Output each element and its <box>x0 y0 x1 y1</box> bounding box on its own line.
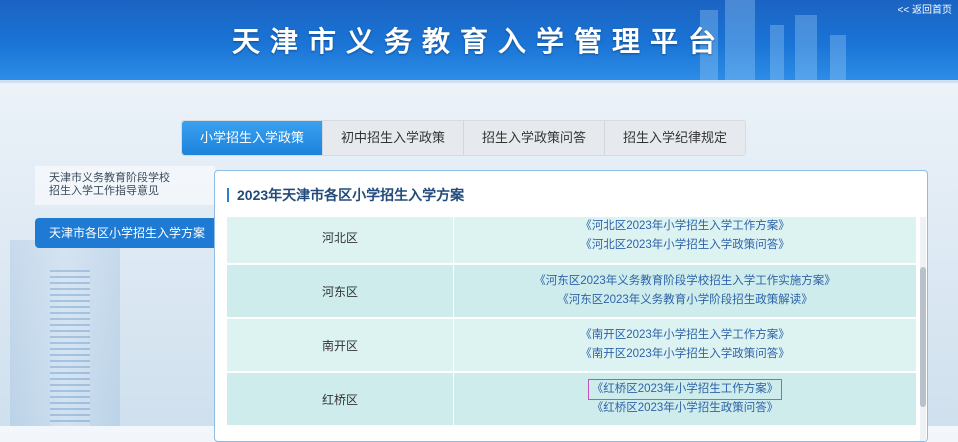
panel-title: 2023年天津市各区小学招生入学方案 <box>227 188 464 202</box>
document-link[interactable]: 《河北区2023年小学招生入学政策问答》 <box>577 236 793 255</box>
document-link-highlighted[interactable]: 《红桥区2023年小学招生工作方案》 <box>587 379 783 400</box>
site-title: 天津市义务教育入学管理平台 <box>231 25 726 58</box>
table-row: 南开区 《南开区2023年小学招生入学工作方案》 《南开区2023年小学招生入学… <box>227 318 916 373</box>
district-name: 南开区 <box>227 318 454 373</box>
sidebar-item-district-plans[interactable]: 天津市各区小学招生入学方案 <box>35 218 215 248</box>
policy-tabs: 小学招生入学政策 初中招生入学政策 招生入学政策问答 招生入学纪律规定 <box>181 120 747 156</box>
back-home-link[interactable]: << 返回首页 <box>898 1 952 16</box>
sidebar: 天津市义务教育阶段学校 招生入学工作指导意见 天津市各区小学招生入学方案 <box>35 166 215 248</box>
district-table: 河北区 《河北区2023年小学招生入学工作方案》 《河北区2023年小学招生入学… <box>227 217 916 427</box>
document-link[interactable]: 《河东区2023年义务教育小学阶段招生政策解读》 <box>554 291 816 310</box>
table-row: 河东区 《河东区2023年义务教育阶段学校招生入学工作实施方案》 《河东区202… <box>227 264 916 319</box>
sidebar-item-label: 天津市义务教育阶段学校 <box>49 172 170 184</box>
tab-policy-qa[interactable]: 招生入学政策问答 <box>464 121 606 155</box>
header-divider <box>0 80 958 83</box>
link-cell: 《河东区2023年义务教育阶段学校招生入学工作实施方案》 《河东区2023年义务… <box>453 264 916 319</box>
district-table-wrapper: 河北区 《河北区2023年小学招生入学工作方案》 《河北区2023年小学招生入学… <box>227 217 916 441</box>
tab-discipline-rules[interactable]: 招生入学纪律规定 <box>605 121 745 155</box>
document-link[interactable]: 《南开区2023年小学招生入学政策问答》 <box>577 345 793 364</box>
scrollbar-thumb[interactable] <box>920 267 926 407</box>
district-name: 红桥区 <box>227 372 454 427</box>
tab-primary-policy[interactable]: 小学招生入学政策 <box>182 121 324 155</box>
background-building <box>50 270 90 426</box>
sidebar-item-guidance[interactable]: 天津市义务教育阶段学校 招生入学工作指导意见 <box>35 166 215 205</box>
table-row: 红桥区 《红桥区2023年小学招生工作方案》 《红桥区2023年小学招生政策问答… <box>227 372 916 427</box>
document-link[interactable]: 《南开区2023年小学招生入学工作方案》 <box>577 326 793 345</box>
scrollbar[interactable] <box>920 217 926 441</box>
district-name: 河东区 <box>227 264 454 319</box>
document-link[interactable]: 《河北区2023年小学招生入学工作方案》 <box>577 217 793 236</box>
site-header: 天津市义务教育入学管理平台 << 返回首页 <box>0 0 958 80</box>
link-cell: 《南开区2023年小学招生入学工作方案》 《南开区2023年小学招生入学政策问答… <box>453 318 916 373</box>
link-cell: 《河北区2023年小学招生入学工作方案》 《河北区2023年小学招生入学政策问答… <box>453 217 916 265</box>
tab-junior-policy[interactable]: 初中招生入学政策 <box>323 121 465 155</box>
document-link[interactable]: 《河东区2023年义务教育阶段学校招生入学工作实施方案》 <box>531 272 839 291</box>
link-cell: 《红桥区2023年小学招生工作方案》 《红桥区2023年小学招生政策问答》 <box>453 372 916 427</box>
district-name: 河北区 <box>227 217 454 265</box>
table-row: 河北区 《河北区2023年小学招生入学工作方案》 《河北区2023年小学招生入学… <box>227 217 916 265</box>
sidebar-item-label: 招生入学工作指导意见 <box>49 185 159 197</box>
content-panel: 2023年天津市各区小学招生入学方案 河北区 《河北区2023年小学招生入学工作… <box>214 170 928 442</box>
document-link[interactable]: 《红桥区2023年小学招生政策问答》 <box>589 399 782 418</box>
